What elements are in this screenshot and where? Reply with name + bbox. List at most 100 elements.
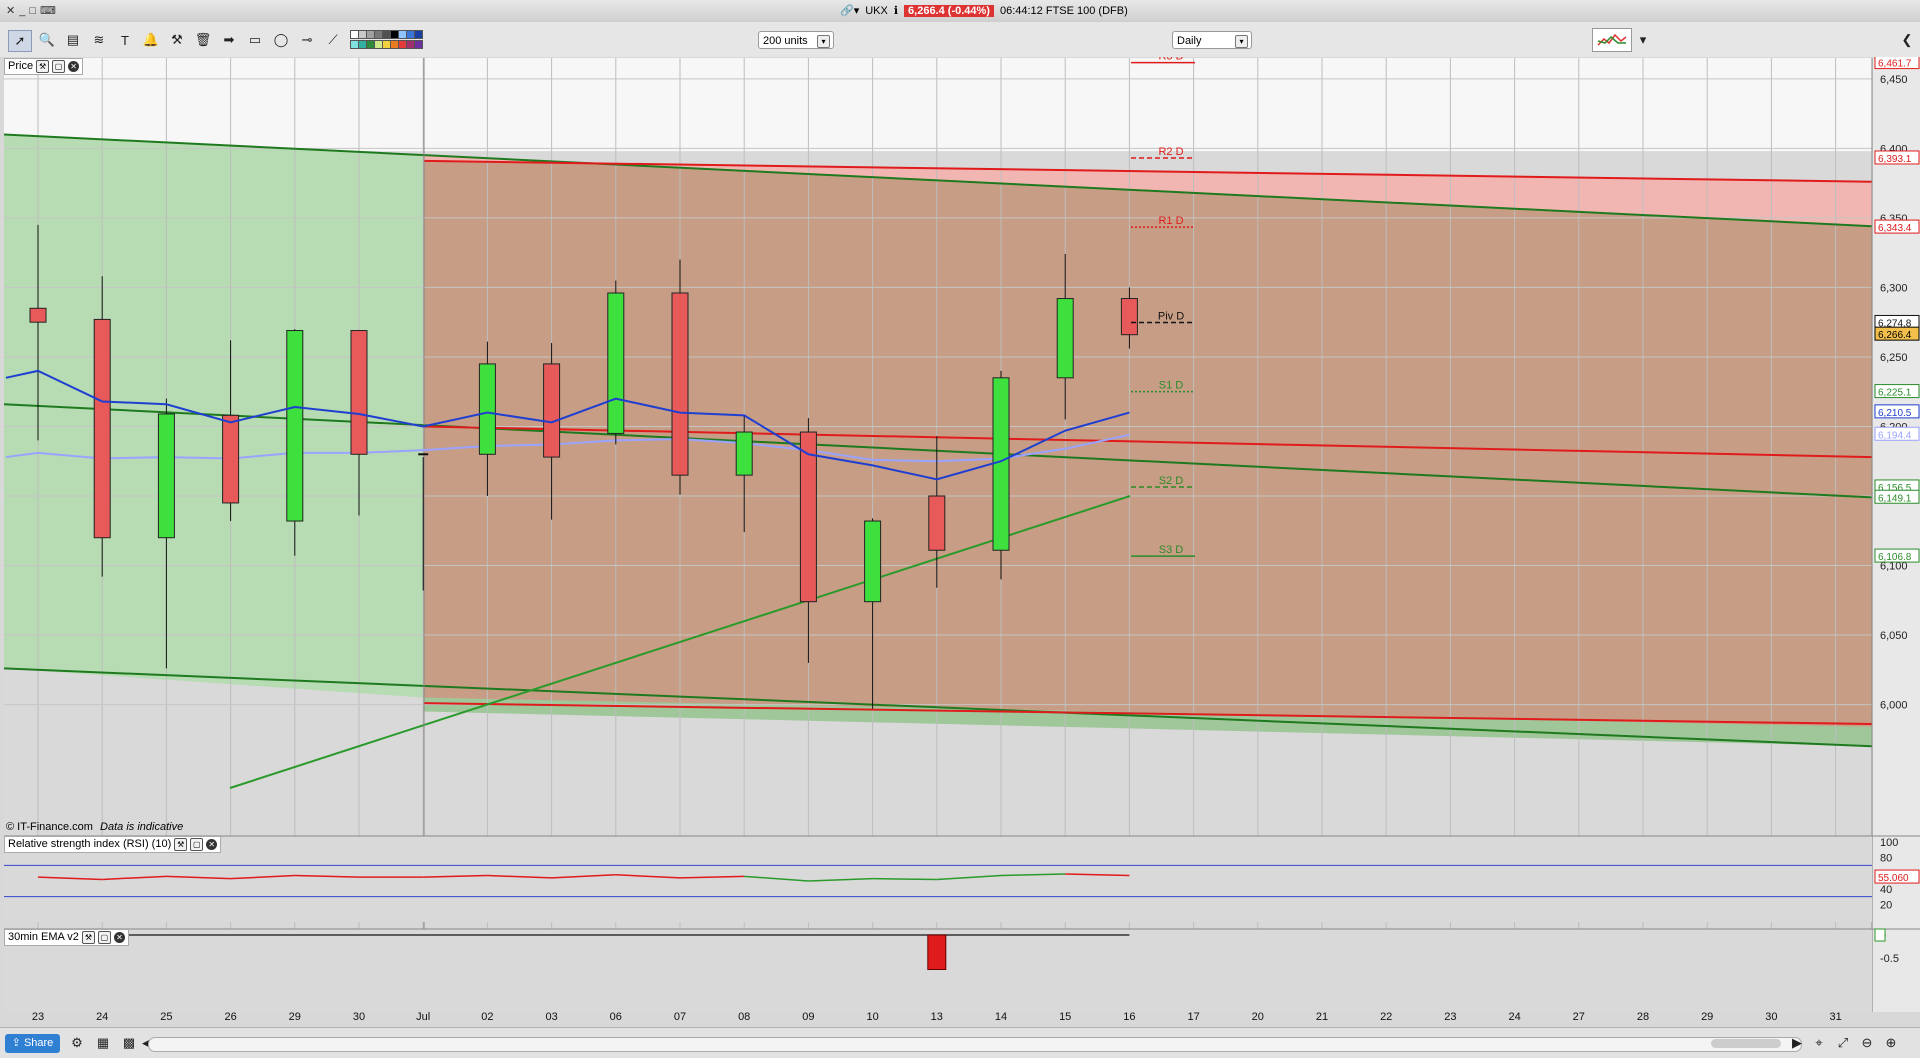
x-tick-label: 08 bbox=[738, 1011, 750, 1023]
x-tick-label: 03 bbox=[545, 1011, 557, 1023]
interval-select-value: Daily bbox=[1177, 35, 1202, 47]
x-tick-label: 02 bbox=[481, 1011, 493, 1023]
pivot-price-tag: 6,106.8 bbox=[1878, 552, 1912, 563]
share-button[interactable]: ⇪ Share bbox=[5, 1034, 60, 1053]
color-swatch[interactable] bbox=[414, 30, 423, 39]
wrench-icon[interactable]: ⚒ bbox=[81, 931, 95, 944]
bullish-candle bbox=[1056, 298, 1074, 379]
x-tick-label: 27 bbox=[1573, 1011, 1585, 1023]
x-tick-label: 07 bbox=[674, 1011, 686, 1023]
bottom-bar: ⇪ Share ⚙ ▦ ▩ ◀ ▶ ⌖ ⤢ ⊖ ⊕ bbox=[0, 1027, 1920, 1058]
bearish-candle bbox=[222, 414, 240, 504]
x-tick-label: 29 bbox=[289, 1011, 301, 1023]
y-tick-label: 6,300 bbox=[1880, 282, 1908, 294]
chart-toolbar: ➚ 🔍 ▤ ≋ T 🔔 ⚒ 🗑 ➡ ▭ ◯ ⊸ ⟋ 200 units ▾ Da… bbox=[0, 22, 1920, 59]
y-tick-label: 6,250 bbox=[1880, 352, 1908, 364]
scroll-right-icon[interactable]: ▶ bbox=[1790, 1033, 1804, 1053]
trendline-tool-icon[interactable]: ⟋ bbox=[322, 30, 344, 50]
bearish-candle bbox=[543, 363, 561, 458]
bearish-candle bbox=[671, 292, 689, 476]
pivot-label: S3 D bbox=[1159, 544, 1184, 556]
close-icon[interactable]: ✕ bbox=[68, 61, 80, 72]
x-tick-label: 23 bbox=[1444, 1011, 1456, 1023]
bullish-candle bbox=[286, 330, 304, 522]
rectangle-tool-icon[interactable]: ▭ bbox=[244, 30, 266, 50]
x-tick-label: 17 bbox=[1187, 1011, 1199, 1023]
chevron-down-icon: ▾ bbox=[817, 35, 830, 48]
minimize-icon[interactable]: _ bbox=[19, 5, 25, 17]
delete-icon[interactable]: 🗑 bbox=[192, 30, 214, 50]
pivot-label: Piv D bbox=[1158, 310, 1184, 322]
layout-icon[interactable]: ▦ bbox=[92, 1033, 114, 1053]
units-select[interactable]: 200 units ▾ bbox=[758, 31, 834, 49]
indicators-button[interactable] bbox=[1592, 28, 1632, 52]
collapse-panel-icon[interactable]: ❮ bbox=[1896, 30, 1918, 50]
grid-icon[interactable]: ▩ bbox=[118, 1033, 140, 1053]
x-tick-label: 31 bbox=[1829, 1011, 1841, 1023]
window-icon[interactable]: ▢ bbox=[97, 931, 111, 944]
x-tick-label: 23 bbox=[32, 1011, 44, 1023]
zoom-out-icon[interactable]: ⊖ bbox=[1856, 1033, 1878, 1053]
info-icon[interactable]: ℹ bbox=[894, 4, 898, 17]
window-controls: ✕ _ □ ⌨ bbox=[6, 4, 56, 18]
x-tick-label: 25 bbox=[160, 1011, 172, 1023]
wrench-icon[interactable]: ⚒ bbox=[36, 60, 50, 73]
close-icon[interactable]: ✕ bbox=[6, 4, 15, 17]
indicator-chart-icon bbox=[1597, 33, 1627, 46]
zoom-in-icon[interactable]: ⊕ bbox=[1880, 1033, 1902, 1053]
x-tick-label: 28 bbox=[1637, 1011, 1649, 1023]
chevron-down-icon: ▾ bbox=[1235, 35, 1248, 48]
y-tick-label: 6,000 bbox=[1880, 700, 1908, 712]
restore-icon[interactable]: □ bbox=[29, 5, 36, 17]
bullish-candle bbox=[478, 363, 496, 455]
scrollbar-thumb[interactable] bbox=[1711, 1039, 1781, 1048]
horizontal-line-icon[interactable]: ⊸ bbox=[296, 30, 318, 50]
arrow-tool-icon[interactable]: ➡ bbox=[218, 30, 240, 50]
rsi-tick-label: 20 bbox=[1880, 899, 1892, 911]
zoom-fit-icon[interactable]: ⤢ bbox=[1832, 1033, 1854, 1053]
keyboard-icon[interactable]: ⌨ bbox=[40, 4, 56, 17]
chart-canvas[interactable]: R3 DR2 DR1 DPiv DS1 DS2 DS3 D6,4506,4006… bbox=[0, 57, 1920, 1027]
text-tool-icon[interactable]: T bbox=[114, 30, 136, 50]
price-tag: 6,210.5 bbox=[1878, 408, 1912, 419]
wrench-icon[interactable]: ⚒ bbox=[174, 838, 188, 851]
pivot-label: R2 D bbox=[1158, 146, 1183, 158]
window-icon[interactable]: ▢ bbox=[52, 60, 66, 73]
price-change-badge: 6,266.4 (-0.44%) bbox=[904, 4, 994, 17]
bearish-candle bbox=[350, 330, 368, 455]
link-icon[interactable]: 🔗▾ bbox=[840, 4, 859, 17]
x-tick-label: 15 bbox=[1059, 1011, 1071, 1023]
data-source-note: © IT-Finance.com Data is indicative bbox=[6, 821, 183, 833]
interval-select[interactable]: Daily ▾ bbox=[1172, 31, 1252, 49]
indicators-dropdown-icon[interactable]: ▾ bbox=[1632, 30, 1654, 50]
x-tick-label: 13 bbox=[931, 1011, 943, 1023]
horizontal-scrollbar[interactable] bbox=[148, 1037, 1802, 1052]
clock-title: 06:44:12 FTSE 100 (DFB) bbox=[999, 4, 1128, 17]
pivot-price-tag: 6,225.1 bbox=[1878, 388, 1912, 399]
rsi-tick-label: 100 bbox=[1880, 837, 1898, 849]
ellipse-tool-icon[interactable]: ◯ bbox=[270, 30, 292, 50]
rsi-panel-label: Relative strength index (RSI) (10) ⚒ ▢ ✕ bbox=[4, 836, 222, 853]
ema-osc-bar bbox=[927, 934, 947, 970]
ema-panel-title: 30min EMA v2 bbox=[8, 931, 79, 943]
rsi-tick-label: 40 bbox=[1880, 884, 1892, 896]
pivot-label: R1 D bbox=[1158, 215, 1183, 227]
x-tick-label: 30 bbox=[353, 1011, 365, 1023]
pointer-tool-icon[interactable]: ➚ bbox=[8, 30, 32, 52]
close-icon[interactable]: ✕ bbox=[113, 932, 125, 943]
window-icon[interactable]: ▢ bbox=[190, 838, 204, 851]
close-icon[interactable]: ✕ bbox=[206, 839, 218, 850]
settings-icon[interactable]: ⚙ bbox=[66, 1033, 88, 1053]
x-tick-label: 21 bbox=[1316, 1011, 1328, 1023]
color-swatch[interactable] bbox=[414, 40, 423, 49]
alert-bell-icon[interactable]: 🔔 bbox=[140, 30, 162, 50]
fibonacci-icon[interactable]: ≋ bbox=[88, 30, 110, 50]
pivot-price-tag: 6,343.4 bbox=[1878, 223, 1912, 234]
zoom-tool-icon[interactable]: 🔍 bbox=[36, 30, 58, 50]
chart-type-icon[interactable]: ▤ bbox=[62, 30, 84, 50]
window-title-bar: ✕ _ □ ⌨ 🔗▾ UKX ℹ 6,266.4 (-0.44%) 06:44:… bbox=[0, 0, 1920, 23]
crosshair-icon[interactable]: ⌖ bbox=[1808, 1033, 1830, 1053]
pivot-label: R3 D bbox=[1158, 57, 1183, 63]
price-tag: 6,194.4 bbox=[1878, 430, 1912, 441]
magic-wand-icon[interactable]: ⚒ bbox=[166, 30, 188, 50]
